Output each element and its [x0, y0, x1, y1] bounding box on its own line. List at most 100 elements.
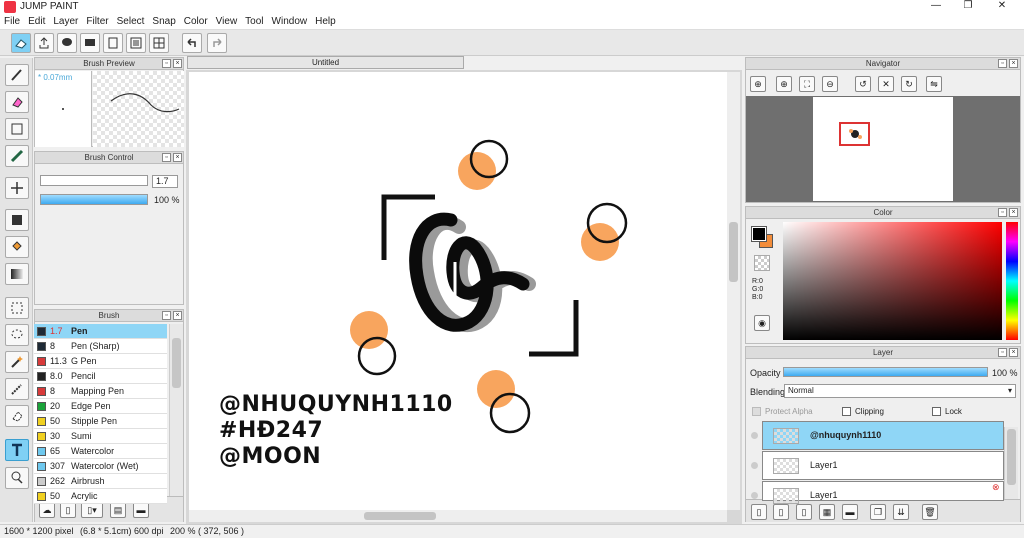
layer-item[interactable]: Layer1 ⊗	[751, 481, 1004, 504]
panel-close-icon[interactable]: ×	[1009, 208, 1018, 217]
layer-folder-icon[interactable]: ▬	[842, 504, 858, 520]
brush-list-scroll-thumb[interactable]	[172, 338, 181, 388]
transparent-color-swatch[interactable]	[754, 255, 770, 271]
document-tab[interactable]: Untitled	[187, 56, 464, 69]
menu-select[interactable]: Select	[113, 14, 149, 27]
panel-float-icon[interactable]: ▫	[998, 348, 1007, 357]
panel-close-icon[interactable]: ×	[1009, 348, 1018, 357]
lock-checkbox[interactable]	[932, 407, 941, 416]
menu-tool[interactable]: Tool	[241, 14, 267, 27]
rectangle-tool-icon[interactable]	[5, 118, 29, 140]
maximize-button[interactable]: ❐	[956, 0, 980, 14]
brush-item[interactable]: 8 Mapping Pen	[34, 384, 167, 399]
foreground-color-swatch[interactable]	[751, 226, 767, 242]
eraser-tool-icon[interactable]	[5, 91, 29, 113]
panel-close-icon[interactable]: ×	[173, 311, 182, 320]
brush-list-scrollbar[interactable]	[169, 324, 183, 496]
brush-item[interactable]: 20 Edge Pen	[34, 399, 167, 414]
menu-color[interactable]: Color	[180, 14, 212, 27]
brush-item[interactable]: 50 Acrylic	[34, 489, 167, 504]
brush-item[interactable]: 307 Watercolor (Wet)	[34, 459, 167, 474]
magic-wand-tool-icon[interactable]	[5, 351, 29, 373]
layer-visibility-icon[interactable]	[751, 492, 758, 499]
fit-icon[interactable]: ⛶	[799, 76, 815, 92]
rotate-left-icon[interactable]: ↺	[855, 76, 871, 92]
menu-window[interactable]: Window	[268, 14, 312, 27]
speech-bubble-icon[interactable]	[57, 33, 77, 53]
brush-item[interactable]: 65 Watercolor	[34, 444, 167, 459]
menu-file[interactable]: File	[0, 14, 24, 27]
panel-float-icon[interactable]: ▫	[998, 208, 1007, 217]
brush-item[interactable]: 11.3 G Pen	[34, 354, 167, 369]
brush-download-icon[interactable]: ☁	[39, 502, 55, 518]
panel-close-icon[interactable]: ×	[1009, 59, 1018, 68]
list-icon[interactable]	[126, 33, 146, 53]
panel-float-icon[interactable]: ▫	[162, 59, 171, 68]
layer-visibility-icon[interactable]	[751, 432, 758, 439]
menu-layer[interactable]: Layer	[49, 14, 82, 27]
undo-icon[interactable]	[182, 33, 202, 53]
blending-select[interactable]: Normal ▾	[784, 384, 1016, 398]
brush-opacity-slider[interactable]	[40, 194, 148, 205]
minimize-button[interactable]: —	[924, 0, 948, 14]
brush-item[interactable]: 1.7 Pen	[34, 324, 167, 339]
navigator-view-rect[interactable]	[839, 122, 870, 146]
brush-item[interactable]: 8 Pen (Sharp)	[34, 339, 167, 354]
layer-visibility-icon[interactable]	[751, 462, 758, 469]
text-tool-icon[interactable]	[5, 439, 29, 461]
brush-item[interactable]: 30 Sumi	[34, 429, 167, 444]
brush-item[interactable]: 50 Stipple Pen	[34, 414, 167, 429]
hue-slider[interactable]	[1006, 222, 1018, 340]
clipping-checkbox[interactable]	[842, 407, 851, 416]
panel-float-icon[interactable]: ▫	[162, 311, 171, 320]
navigator-page[interactable]	[813, 97, 953, 201]
menu-edit[interactable]: Edit	[24, 14, 49, 27]
brush-size-value[interactable]: 1.7	[152, 175, 178, 188]
redo-icon[interactable]	[207, 33, 227, 53]
hand-tool-icon[interactable]	[5, 467, 29, 489]
brush-new-icon[interactable]: ▯	[60, 502, 76, 518]
move-tool-icon[interactable]	[5, 177, 29, 199]
brush-tool-icon[interactable]	[5, 145, 29, 167]
lasso-tool-icon[interactable]	[5, 324, 29, 346]
menu-help[interactable]: Help	[311, 14, 340, 27]
brush-item[interactable]: 262 Airbrush	[34, 474, 167, 489]
layer-scroll-thumb[interactable]	[1007, 429, 1016, 485]
layer-item[interactable]: @nhuquynh1110	[751, 421, 1004, 450]
panel-float-icon[interactable]: ▫	[162, 153, 171, 162]
brush-copy-icon[interactable]: ▯▾	[81, 502, 103, 518]
protect-alpha-checkbox[interactable]	[752, 407, 761, 416]
pen-tool-icon[interactable]	[5, 64, 29, 86]
horizontal-scroll-thumb[interactable]	[364, 512, 436, 520]
canvas-horizontal-scrollbar[interactable]	[189, 510, 727, 522]
select-eraser-tool-icon[interactable]	[5, 405, 29, 427]
new-layer-8bit-icon[interactable]: ▯	[773, 504, 789, 520]
brush-size-slider[interactable]	[40, 175, 148, 186]
select-pen-tool-icon[interactable]	[5, 378, 29, 400]
gradient-tool-icon[interactable]	[5, 263, 29, 285]
canvas-vertical-scrollbar[interactable]	[727, 72, 740, 510]
rotate-right-icon[interactable]: ↻	[901, 76, 917, 92]
panel-close-icon[interactable]: ×	[173, 59, 182, 68]
brush-item[interactable]: 8.0 Pencil	[34, 369, 167, 384]
zoom-in-icon[interactable]: ⊕	[750, 76, 766, 92]
reset-view-icon[interactable]: ✕	[878, 76, 894, 92]
new-layer-icon[interactable]: ▯	[751, 504, 767, 520]
duplicate-layer-icon[interactable]: ❐	[870, 504, 886, 520]
bucket-tool-icon[interactable]	[5, 236, 29, 258]
vertical-scroll-thumb[interactable]	[729, 222, 738, 282]
flip-icon[interactable]: ⇋	[926, 76, 942, 92]
brush-folder-icon[interactable]: ▬	[133, 502, 149, 518]
halftone-layer-icon[interactable]: ▦	[819, 504, 835, 520]
color-palette-icon[interactable]: ◉	[754, 315, 770, 331]
close-button[interactable]: ✕	[990, 0, 1014, 14]
layer-item[interactable]: Layer1	[751, 451, 1004, 480]
new-layer-1bit-icon[interactable]: ▯	[796, 504, 812, 520]
panel-float-icon[interactable]: ▫	[998, 59, 1007, 68]
layer-opacity-slider[interactable]	[783, 367, 988, 377]
brush-settings-icon[interactable]: ▤	[110, 502, 126, 518]
menu-snap[interactable]: Snap	[148, 14, 179, 27]
drawing-canvas[interactable]: @NHUQUYNH1110 #HĐ247 @MOON	[189, 72, 727, 510]
merge-layer-icon[interactable]: ⇊	[893, 504, 909, 520]
grid-icon[interactable]	[149, 33, 169, 53]
